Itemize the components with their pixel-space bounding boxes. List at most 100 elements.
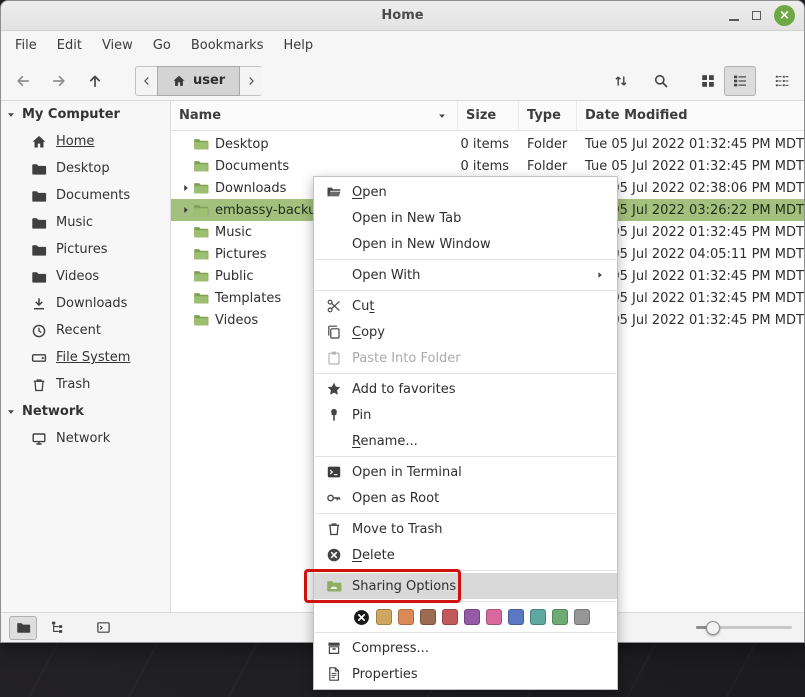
menu-item-label: Open in New Window xyxy=(352,237,491,252)
statusbar-toggles xyxy=(9,616,117,640)
maximize-icon xyxy=(752,11,761,20)
path-bar: user xyxy=(135,66,262,96)
color-swatch-3[interactable] xyxy=(442,609,458,625)
color-swatch-0[interactable] xyxy=(376,609,392,625)
menubar-item-bookmarks[interactable]: Bookmarks xyxy=(181,31,274,61)
expander-icon[interactable] xyxy=(179,205,193,215)
drive-icon xyxy=(31,350,47,366)
menubar-item-view[interactable]: View xyxy=(92,31,143,61)
menubar-item-edit[interactable]: Edit xyxy=(47,31,92,61)
context-menu-item-cut[interactable]: Cut xyxy=(314,293,617,319)
menu-separator xyxy=(315,456,616,457)
menu-separator xyxy=(315,290,616,291)
color-tag-row xyxy=(314,604,617,630)
context-menu-item-open-in-new-window[interactable]: Open in New Window xyxy=(314,231,617,257)
color-swatch-9[interactable] xyxy=(574,609,590,625)
context-menu-item-delete[interactable]: Delete xyxy=(314,542,617,568)
context-menu-item-open[interactable]: Open xyxy=(314,179,617,205)
sidebar-item-music[interactable]: Music xyxy=(1,209,170,236)
menubar-item-help[interactable]: Help xyxy=(273,31,323,61)
minimize-button[interactable] xyxy=(729,10,739,21)
column-header-size[interactable]: Size xyxy=(458,101,519,130)
close-button[interactable]: × xyxy=(774,5,795,26)
file-row-desktop[interactable]: Desktop0 itemsFolderTue 05 Jul 2022 01:3… xyxy=(171,133,804,155)
file-row-documents[interactable]: Documents0 itemsFolderTue 05 Jul 2022 01… xyxy=(171,155,804,177)
sidebar-item-label: File System xyxy=(56,350,130,365)
sidebar-item-recent[interactable]: Recent xyxy=(1,317,170,344)
color-swatch-6[interactable] xyxy=(508,609,524,625)
sidebar-item-label: Trash xyxy=(56,377,90,392)
swap-arrows-icon[interactable] xyxy=(606,66,636,96)
context-menu-item-pin[interactable]: Pin xyxy=(314,402,617,428)
sidebar-item-trash[interactable]: Trash xyxy=(1,371,170,398)
color-swatch-2[interactable] xyxy=(420,609,436,625)
clear-color-icon[interactable] xyxy=(352,608,370,626)
color-swatch-5[interactable] xyxy=(486,609,502,625)
context-menu-item-move-to-trash[interactable]: Move to Trash xyxy=(314,516,617,542)
color-swatch-8[interactable] xyxy=(552,609,568,625)
file-name-cell: Desktop xyxy=(171,133,458,155)
file-size-cell: 0 items xyxy=(458,155,519,177)
path-scroll-left-button[interactable] xyxy=(135,66,157,96)
folder-icon xyxy=(193,202,211,218)
folder-icon xyxy=(193,246,211,262)
sidebar-item-home[interactable]: Home xyxy=(1,128,170,155)
sidebar-section-network[interactable]: Network xyxy=(1,398,170,425)
file-type-cell: Folder xyxy=(519,155,577,177)
show-treeview-button[interactable] xyxy=(43,616,71,640)
expander-icon[interactable] xyxy=(179,183,193,193)
list-view-button[interactable] xyxy=(724,66,756,96)
menubar-item-file[interactable]: File xyxy=(5,31,47,61)
column-header-type[interactable]: Type xyxy=(519,101,577,130)
sidebar-item-documents[interactable]: Documents xyxy=(1,182,170,209)
context-menu-item-open-as-root[interactable]: Open as Root xyxy=(314,485,617,511)
folder-icon xyxy=(31,161,47,177)
menu-item-label: Copy xyxy=(352,325,385,340)
context-menu-item-open-with[interactable]: Open With xyxy=(314,262,617,288)
menu-item-label: Compress... xyxy=(352,641,429,656)
context-menu-item-open-in-new-tab[interactable]: Open in New Tab xyxy=(314,205,617,231)
show-terminal-button[interactable] xyxy=(89,616,117,640)
sidebar-item-pictures[interactable]: Pictures xyxy=(1,236,170,263)
context-menu-item-properties[interactable]: Properties xyxy=(314,661,617,687)
sidebar-section-my-computer[interactable]: My Computer xyxy=(1,101,170,128)
sidebar-item-desktop[interactable]: Desktop xyxy=(1,155,170,182)
sidebar-item-file-system[interactable]: File System xyxy=(1,344,170,371)
zoom-slider[interactable] xyxy=(696,613,796,642)
menu-separator xyxy=(315,259,616,260)
zoom-knob[interactable] xyxy=(706,621,720,635)
file-name: Videos xyxy=(215,313,258,328)
column-header-date-modified[interactable]: Date Modified xyxy=(577,101,804,130)
sidebar-item-network[interactable]: Network xyxy=(1,425,170,452)
path-segment-user[interactable]: user xyxy=(157,66,240,96)
titlebar[interactable]: Home × xyxy=(1,1,804,31)
menubar-item-go[interactable]: Go xyxy=(143,31,181,61)
sidebar-item-videos[interactable]: Videos xyxy=(1,263,170,290)
sidebar-item-downloads[interactable]: Downloads xyxy=(1,290,170,317)
context-menu-item-copy[interactable]: Copy xyxy=(314,319,617,345)
menu-separator xyxy=(315,373,616,374)
back-button[interactable] xyxy=(7,66,39,96)
context-menu-item-rename[interactable]: Rename... xyxy=(314,428,617,454)
path-scroll-right-button[interactable] xyxy=(240,66,262,96)
search-button[interactable] xyxy=(646,66,676,96)
column-header-name[interactable]: Name xyxy=(171,101,458,130)
forward-button[interactable] xyxy=(43,66,75,96)
share-folder-icon xyxy=(324,578,344,594)
section-expander-icon[interactable] xyxy=(5,407,17,417)
color-swatch-7[interactable] xyxy=(530,609,546,625)
icon-view-button[interactable] xyxy=(692,66,724,96)
context-menu-item-open-in-terminal[interactable]: Open in Terminal xyxy=(314,459,617,485)
color-swatch-1[interactable] xyxy=(398,609,414,625)
compact-view-button[interactable] xyxy=(766,66,798,96)
show-places-button[interactable] xyxy=(9,616,37,640)
folder-icon xyxy=(193,180,211,196)
context-menu-item-add-to-favorites[interactable]: Add to favorites xyxy=(314,376,617,402)
color-swatch-4[interactable] xyxy=(464,609,480,625)
context-menu-item-compress[interactable]: Compress... xyxy=(314,635,617,661)
up-button[interactable] xyxy=(79,66,111,96)
section-expander-icon[interactable] xyxy=(5,110,17,120)
archive-icon xyxy=(324,640,344,656)
context-menu-item-sharing-options[interactable]: Sharing Options xyxy=(314,573,617,599)
maximize-button[interactable] xyxy=(752,11,761,20)
